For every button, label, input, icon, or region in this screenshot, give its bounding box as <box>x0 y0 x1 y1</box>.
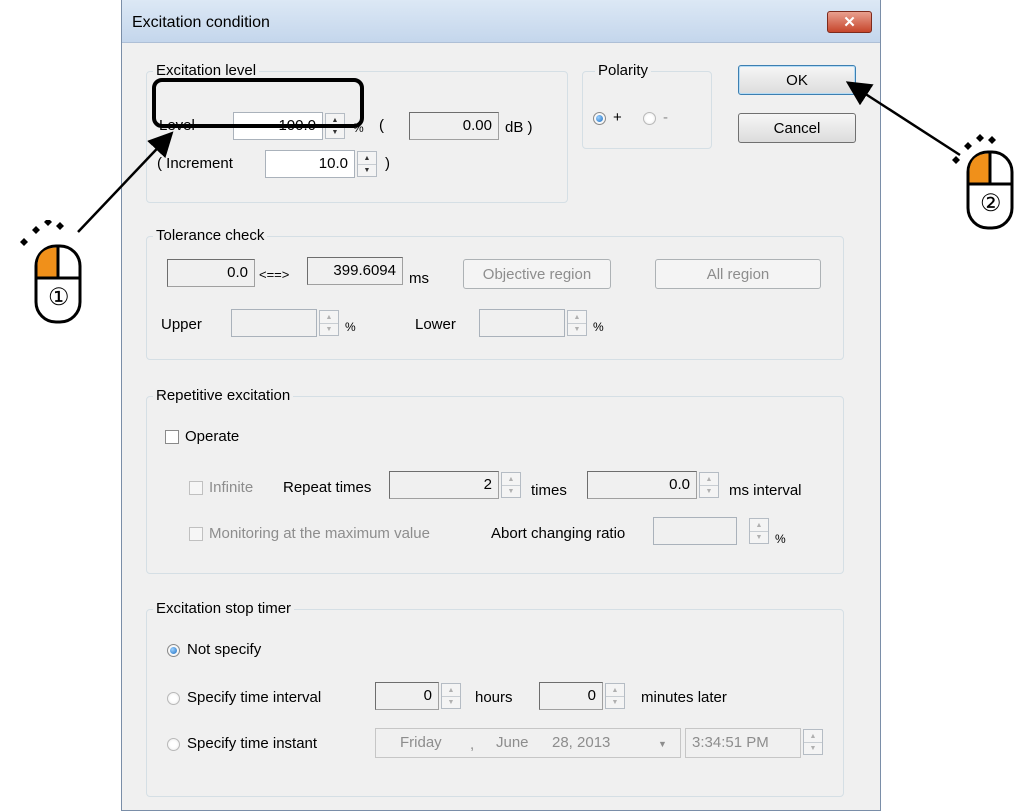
ok-button-label: OK <box>786 71 808 89</box>
upper-unit: % <box>345 320 356 334</box>
spin-down-icon[interactable]: ▼ <box>442 696 460 708</box>
time-value: 3:34:51 PM <box>692 734 769 751</box>
abort-ratio-input[interactable] <box>653 517 737 545</box>
polarity-legend: Polarity <box>595 62 652 79</box>
polarity-group: Polarity + - <box>582 62 712 149</box>
hours-label: hours <box>475 689 513 706</box>
spin-down-icon[interactable]: ▼ <box>502 485 520 497</box>
date-month: June <box>496 734 529 751</box>
hours-field: 0 <box>375 682 439 710</box>
db-open-paren: ( <box>379 117 384 134</box>
increment-close-paren: ) <box>385 155 390 172</box>
time-instant-radio[interactable] <box>167 738 180 751</box>
upper-spinner[interactable]: ▲ ▼ <box>319 310 339 336</box>
spin-down-icon[interactable]: ▼ <box>568 323 586 335</box>
mouse-left-click-icon-2: ② <box>938 130 1017 240</box>
dialog-title: Excitation condition <box>132 14 270 31</box>
operate-label: Operate <box>185 428 240 445</box>
time-interval-radio[interactable] <box>167 692 180 705</box>
time-instant-label: Specify time instant <box>187 735 318 752</box>
spin-down-icon[interactable]: ▼ <box>750 531 768 543</box>
dialog-client-area: Excitation level Level 100.0 ▲ ▼ % ( 0.0… <box>130 43 872 810</box>
repetitive-excitation-group: Repetitive excitation Operate Infinite R… <box>146 387 844 574</box>
interval-field: 0.0 <box>587 471 697 499</box>
title-bar: Excitation condition ✕ <box>122 0 880 43</box>
repeat-times-field: 2 <box>389 471 499 499</box>
tolerance-check-group: Tolerance check 0.0 <==> 399.6094 ms Obj… <box>146 227 844 360</box>
repetitive-excitation-legend: Repetitive excitation <box>153 387 294 404</box>
polarity-minus-radio[interactable] <box>643 112 656 125</box>
ok-button[interactable]: OK <box>738 65 856 95</box>
repeat-times-label: Repeat times <box>283 479 372 496</box>
db-unit: dB ) <box>505 119 533 136</box>
spin-down-icon[interactable]: ▼ <box>320 323 338 335</box>
repeat-times-spinner[interactable]: ▲ ▼ <box>501 472 521 498</box>
spin-down-icon[interactable]: ▼ <box>700 485 718 497</box>
lower-unit: % <box>593 320 604 334</box>
times-label: times <box>531 482 567 499</box>
lower-label: Lower <box>415 316 456 333</box>
date-separator: , <box>470 736 475 753</box>
close-icon: ✕ <box>843 14 856 31</box>
abort-ratio-unit: % <box>775 532 786 546</box>
upper-input[interactable] <box>231 309 317 337</box>
mouse-icon <box>20 218 82 324</box>
date-day: Friday <box>400 734 442 751</box>
lower-input[interactable] <box>479 309 565 337</box>
mouse-left-click-icon: ① <box>14 218 94 330</box>
increment-label: ( Increment <box>157 155 233 172</box>
stop-timer-legend: Excitation stop timer <box>153 600 295 617</box>
abort-ratio-label: Abort changing ratio <box>491 525 626 542</box>
close-button[interactable]: ✕ <box>827 11 872 33</box>
hours-spinner[interactable]: ▲ ▼ <box>441 683 461 709</box>
all-region-label: All region <box>706 265 770 283</box>
spin-down-icon[interactable]: ▼ <box>804 742 822 754</box>
polarity-minus-label: - <box>663 109 668 126</box>
date-daynum: 28, 2013 <box>552 734 611 751</box>
increment-spinner[interactable]: ▲ ▼ <box>357 151 377 177</box>
tolerance-from-field: 0.0 <box>167 259 255 287</box>
tolerance-check-legend: Tolerance check <box>153 227 268 244</box>
monitoring-label: Monitoring at the maximum value <box>209 525 430 542</box>
minutes-field: 0 <box>539 682 603 710</box>
range-arrow: <==> <box>259 267 290 282</box>
lower-spinner[interactable]: ▲ ▼ <box>567 310 587 336</box>
monitoring-checkbox[interactable] <box>189 527 203 541</box>
spin-down-icon[interactable]: ▼ <box>606 696 624 708</box>
minutes-later-label: minutes later <box>641 689 727 706</box>
tolerance-unit: ms <box>409 270 429 287</box>
time-spinner[interactable]: ▲ ▼ <box>803 729 823 755</box>
infinite-checkbox[interactable] <box>189 481 203 495</box>
cancel-button[interactable]: Cancel <box>738 113 856 143</box>
step1-label: ① <box>48 284 70 311</box>
all-region-button[interactable]: All region <box>655 259 821 289</box>
excitation-level-legend: Excitation level <box>153 62 260 79</box>
level-highlight <box>152 78 364 128</box>
upper-label: Upper <box>161 316 202 333</box>
db-value-field: 0.00 <box>409 112 499 140</box>
objective-region-button[interactable]: Objective region <box>463 259 611 289</box>
step2-label: ② <box>980 190 1002 217</box>
time-interval-label: Specify time interval <box>187 689 322 706</box>
not-specify-radio[interactable] <box>167 644 180 657</box>
minutes-spinner[interactable]: ▲ ▼ <box>605 683 625 709</box>
cancel-button-label: Cancel <box>773 119 821 137</box>
mouse-icon <box>952 134 1014 230</box>
interval-spinner[interactable]: ▲ ▼ <box>699 472 719 498</box>
tolerance-to-field: 399.6094 <box>307 257 403 285</box>
abort-ratio-spinner[interactable]: ▲ ▼ <box>749 518 769 544</box>
chevron-down-icon[interactable]: ▼ <box>658 734 667 754</box>
infinite-label: Infinite <box>209 479 254 496</box>
operate-checkbox[interactable] <box>165 430 179 444</box>
polarity-plus-radio[interactable] <box>593 112 606 125</box>
not-specify-label: Not specify <box>187 641 262 658</box>
date-picker[interactable]: Friday , June 28, 2013 ▼ <box>375 728 681 758</box>
excitation-stop-timer-group: Excitation stop timer Not specify Specif… <box>146 600 844 797</box>
spin-down-icon[interactable]: ▼ <box>358 164 376 176</box>
polarity-plus-label: + <box>613 109 622 126</box>
objective-region-label: Objective region <box>482 265 592 283</box>
time-picker[interactable]: 3:34:51 PM <box>685 728 801 758</box>
increment-input[interactable]: 10.0 <box>265 150 355 178</box>
interval-unit: ms interval <box>729 482 802 499</box>
